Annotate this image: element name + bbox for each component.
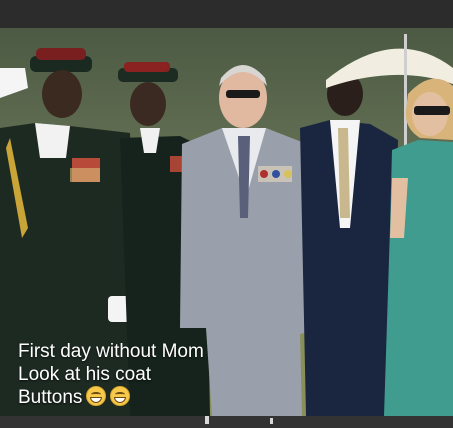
meme-caption: First day without Mom Look at his coat B… bbox=[18, 340, 278, 409]
bottom-bar bbox=[0, 416, 453, 428]
post-photo[interactable]: First day without Mom Look at his coat B… bbox=[0, 28, 453, 416]
caption-line-2: Look at his coat bbox=[18, 364, 152, 385]
cropped-text-fragment bbox=[270, 418, 273, 424]
top-bar bbox=[0, 0, 453, 28]
grinning-sweat-icon bbox=[86, 386, 107, 406]
caption-line-3: Buttons bbox=[18, 386, 278, 409]
cropped-text-fragment bbox=[205, 416, 209, 424]
post-frame: First day without Mom Look at his coat B… bbox=[0, 0, 453, 428]
caption-line-3-text: Buttons bbox=[18, 387, 83, 408]
grinning-sweat-icon bbox=[110, 386, 131, 406]
caption-line-1: First day without Mom bbox=[18, 341, 204, 362]
